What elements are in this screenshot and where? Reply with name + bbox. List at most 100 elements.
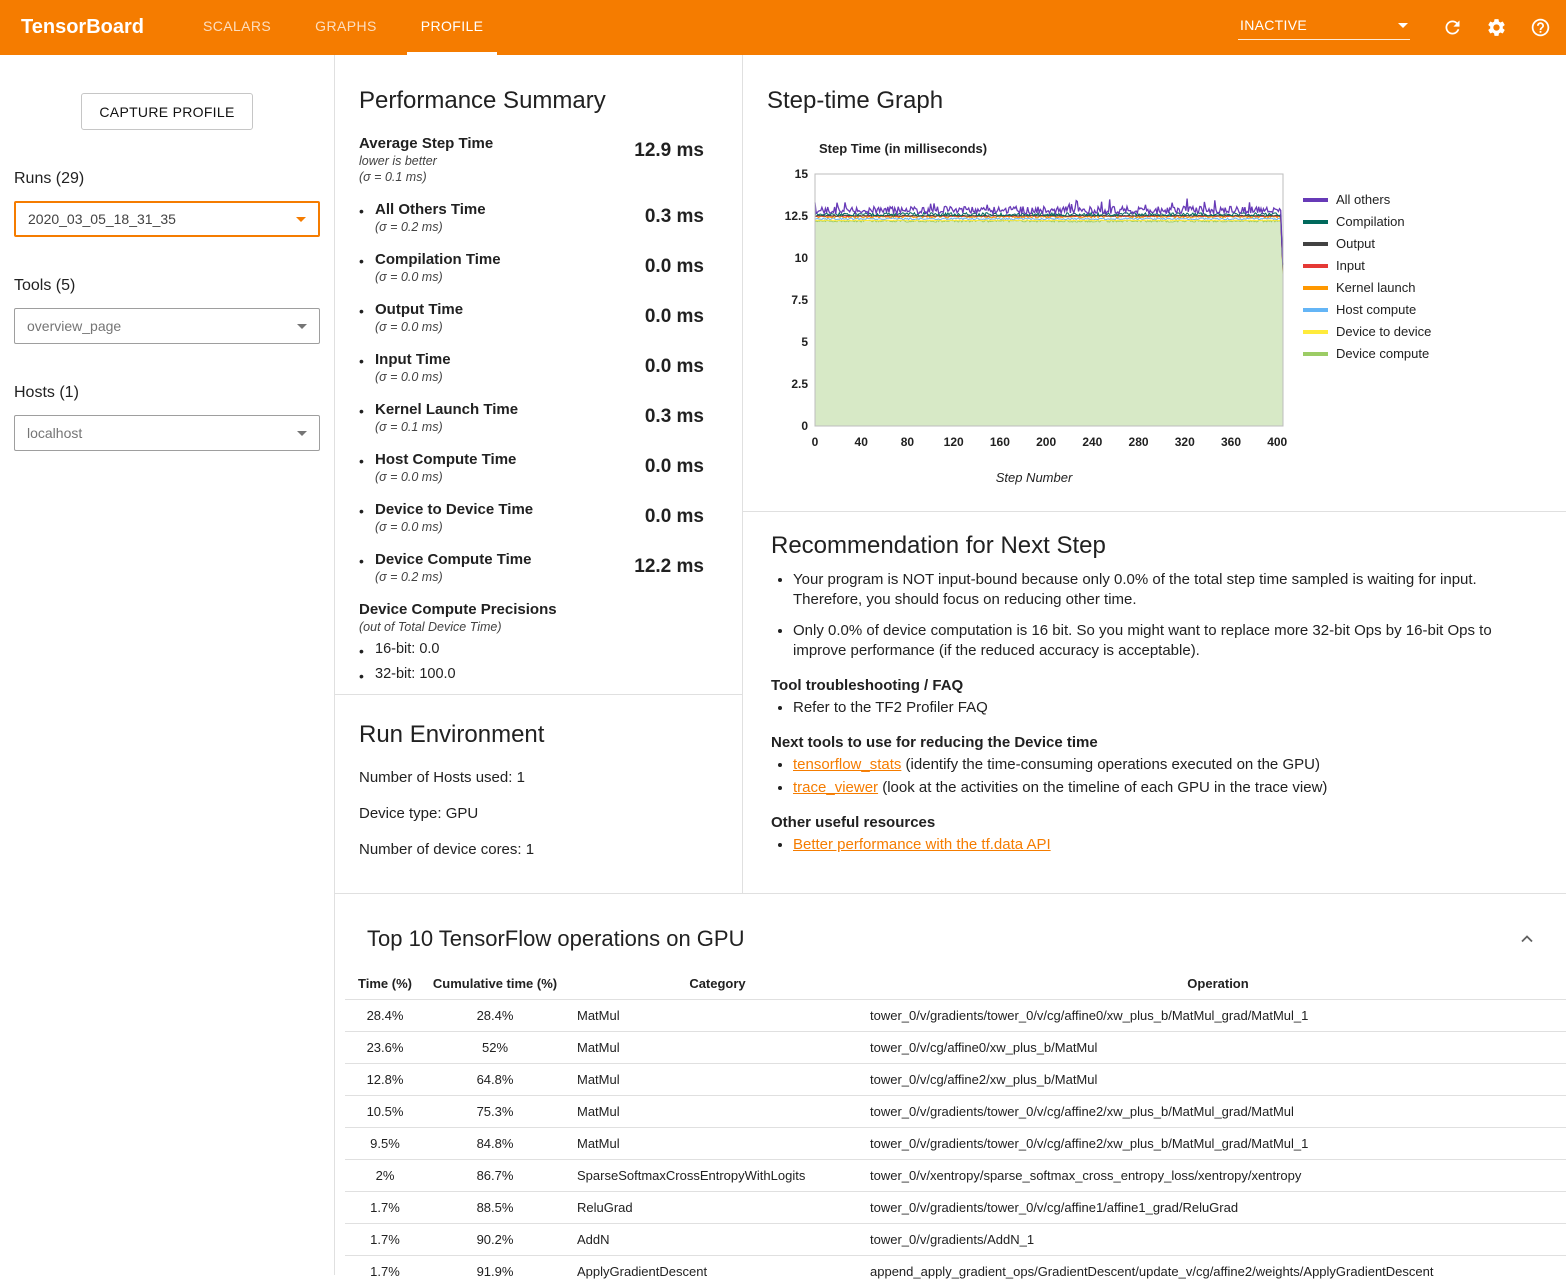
recommendation-bullet: Your program is NOT input-bound because …: [793, 570, 1538, 610]
top-ops-title: Top 10 TensorFlow operations on GPU: [367, 926, 1566, 952]
resource-item-link[interactable]: Better performance with the tf.data API: [793, 836, 1051, 853]
faq-items: Refer to the TF2 Profiler FAQ: [771, 698, 1538, 718]
recommendation-title: Recommendation for Next Step: [771, 532, 1538, 560]
device-compute-precisions: Device Compute Precisions (out of Total …: [359, 601, 718, 684]
app-body: CAPTURE PROFILE Runs (29)2020_03_05_18_3…: [0, 55, 1566, 1275]
cell-operation: append_apply_gradient_ops/GradientDescen…: [870, 1255, 1566, 1287]
chart-xlabel: Step Number: [779, 470, 1289, 485]
cell-cumulative: 75.3%: [425, 1095, 565, 1127]
cell-operation: tower_0/v/gradients/tower_0/v/cg/affine1…: [870, 1191, 1566, 1223]
legend-label: Host compute: [1336, 302, 1416, 317]
cell-cumulative: 91.9%: [425, 1255, 565, 1287]
step-time-chart: Step Time (in milliseconds) 02.557.51012…: [779, 141, 1542, 485]
table-row: 10.5%75.3%MatMultower_0/v/gradients/towe…: [345, 1095, 1566, 1127]
tools-dropdown[interactable]: overview_page: [14, 308, 320, 344]
legend-label: Kernel launch: [1336, 280, 1416, 295]
svg-text:0: 0: [812, 435, 819, 449]
perf-item-text: All Others Time(σ = 0.2 ms): [375, 201, 645, 234]
legend-swatch: [1303, 308, 1328, 312]
legend-item: Host compute: [1303, 302, 1431, 317]
legend-label: All others: [1336, 192, 1390, 207]
next-tool-item: tensorflow_stats (identify the time-cons…: [793, 755, 1538, 775]
bullet-icon: •: [359, 451, 375, 484]
bullet-icon: •: [359, 551, 375, 584]
legend-label: Compilation: [1336, 214, 1405, 229]
cell-category: AddN: [565, 1223, 870, 1255]
settings-icon[interactable]: [1484, 16, 1508, 40]
resources-heading: Other useful resources: [771, 814, 1538, 831]
next-tool-item-link[interactable]: trace_viewer: [793, 779, 878, 796]
right-column: Step-time Graph Step Time (in millisecon…: [743, 55, 1566, 893]
column-header: Operation: [870, 968, 1566, 1000]
step-time-graph-section: Step-time Graph Step Time (in millisecon…: [743, 55, 1566, 512]
average-step-time-row: Average Step Time lower is better (σ = 0…: [359, 135, 718, 184]
legend-item: Kernel launch: [1303, 280, 1431, 295]
next-tool-item-text: (identify the time-consuming operations …: [901, 756, 1320, 773]
status-dropdown[interactable]: INACTIVE: [1238, 15, 1410, 40]
legend-swatch: [1303, 264, 1328, 268]
tab-profile[interactable]: PROFILE: [407, 0, 498, 55]
perf-item-text: Kernel Launch Time(σ = 0.1 ms): [375, 401, 645, 434]
top-grid: Performance Summary Average Step Time lo…: [335, 55, 1566, 894]
precision-value: 16-bit: 0.0: [375, 641, 440, 659]
svg-text:7.5: 7.5: [791, 293, 808, 307]
table-row: 1.7%88.5%ReluGradtower_0/v/gradients/tow…: [345, 1191, 1566, 1223]
perf-item-text: Input Time(σ = 0.0 ms): [375, 351, 645, 384]
run-environment-title: Run Environment: [359, 721, 718, 749]
table-row: 23.6%52%MatMultower_0/v/cg/affine0/xw_pl…: [345, 1031, 1566, 1063]
cell-time: 23.6%: [345, 1031, 425, 1063]
precisions-title: Device Compute Precisions: [359, 601, 718, 618]
precisions-subtitle: (out of Total Device Time): [359, 620, 718, 634]
cell-operation: tower_0/v/cg/affine2/xw_plus_b/MatMul: [870, 1063, 1566, 1095]
next-tools-list: tensorflow_stats (identify the time-cons…: [771, 755, 1538, 798]
next-tool-item-link[interactable]: tensorflow_stats: [793, 756, 901, 773]
perf-item-value: 12.2 ms: [634, 551, 718, 584]
recommendation-bullet: Only 0.0% of device computation is 16 bi…: [793, 621, 1538, 661]
table-row: 1.7%90.2%AddNtower_0/v/gradients/AddN_1: [345, 1223, 1566, 1255]
run-env-line: Number of device cores: 1: [359, 841, 718, 858]
tab-graphs[interactable]: GRAPHS: [301, 0, 391, 55]
top-ops-table: Time (%)Cumulative time (%)CategoryOpera…: [345, 968, 1566, 1287]
average-step-time-sigma: (σ = 0.1 ms): [359, 170, 634, 184]
perf-item-label: Device to Device Time: [375, 501, 645, 518]
table-header-row: Time (%)Cumulative time (%)CategoryOpera…: [345, 968, 1566, 1000]
svg-text:15: 15: [795, 167, 809, 181]
resources-list: Better performance with the tf.data API: [771, 835, 1538, 855]
svg-text:280: 280: [1129, 435, 1149, 449]
cell-time: 1.7%: [345, 1223, 425, 1255]
cell-operation: tower_0/v/cg/affine0/xw_plus_b/MatMul: [870, 1031, 1566, 1063]
cell-cumulative: 52%: [425, 1031, 565, 1063]
perf-item: •Output Time(σ = 0.0 ms)0.0 ms: [359, 301, 718, 334]
perf-item-sigma: (σ = 0.1 ms): [375, 420, 645, 434]
hosts-dropdown[interactable]: localhost: [14, 415, 320, 451]
chevron-down-icon: [1398, 23, 1408, 28]
svg-text:120: 120: [944, 435, 964, 449]
table-row: 9.5%84.8%MatMultower_0/v/gradients/tower…: [345, 1127, 1566, 1159]
help-icon[interactable]: [1528, 16, 1552, 40]
header-right: INACTIVE: [1238, 0, 1566, 55]
run-environment-lines: Number of Hosts used: 1Device type: GPUN…: [359, 769, 718, 858]
collapse-icon[interactable]: [1518, 930, 1536, 953]
legend-swatch: [1303, 352, 1328, 356]
perf-item-label: Output Time: [375, 301, 645, 318]
cell-category: MatMul: [565, 1063, 870, 1095]
perf-item-value: 0.0 ms: [645, 351, 718, 384]
header-tabs: SCALARS GRAPHS PROFILE: [181, 0, 505, 55]
perf-item-sigma: (σ = 0.0 ms): [375, 520, 645, 534]
capture-profile-button[interactable]: CAPTURE PROFILE: [81, 93, 252, 130]
perf-item: •Device Compute Time(σ = 0.2 ms)12.2 ms: [359, 551, 718, 584]
perf-item-sigma: (σ = 0.0 ms): [375, 470, 645, 484]
perf-item-text: Host Compute Time(σ = 0.0 ms): [375, 451, 645, 484]
tab-scalars[interactable]: SCALARS: [189, 0, 285, 55]
cell-time: 28.4%: [345, 999, 425, 1031]
next-tools-heading: Next tools to use for reducing the Devic…: [771, 734, 1538, 751]
step-time-graph-title: Step-time Graph: [767, 87, 1542, 115]
average-step-time-label: Average Step Time: [359, 135, 634, 152]
bullet-icon: •: [359, 641, 375, 659]
faq-heading: Tool troubleshooting / FAQ: [771, 677, 1538, 694]
bullet-icon: •: [359, 351, 375, 384]
bullet-icon: •: [359, 201, 375, 234]
svg-text:400: 400: [1267, 435, 1287, 449]
runs-dropdown[interactable]: 2020_03_05_18_31_35: [14, 201, 320, 237]
refresh-icon[interactable]: [1440, 16, 1464, 40]
